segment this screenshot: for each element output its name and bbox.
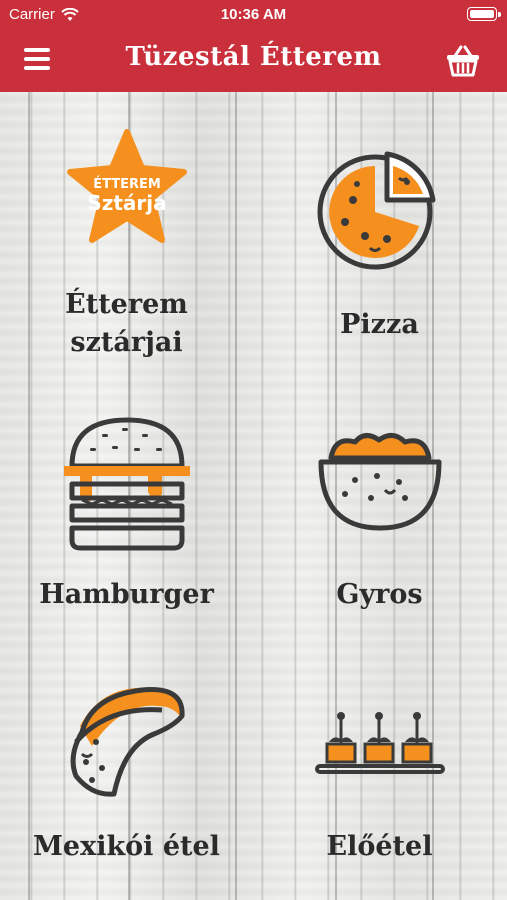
category-grid: ÉTTEREM Sztárja Étterem sztárjai Pizza H… (0, 92, 507, 900)
badge-text-1: ÉTTEREM (93, 176, 161, 192)
category-tile-gyros[interactable]: Gyros (253, 392, 506, 662)
basket-icon[interactable] (445, 42, 481, 78)
category-tile-hamburger[interactable]: Hamburger (0, 392, 253, 662)
category-tile-pizza[interactable]: Pizza (253, 122, 506, 392)
category-label: Pizza (340, 309, 419, 340)
status-bar: Carrier 10:36 AM (0, 0, 507, 30)
hamburger-icon (63, 417, 190, 551)
battery-nub (498, 12, 501, 17)
badge-text-2: Sztárja (87, 191, 166, 215)
category-label: Hamburger (39, 579, 214, 610)
battery-icon (467, 7, 497, 21)
category-tile-star[interactable]: ÉTTEREM Sztárja Étterem sztárjai (0, 122, 253, 392)
appetizer-skewers-icon (314, 712, 445, 774)
category-tile-appetizer[interactable]: Előétel (253, 662, 506, 900)
category-label: Gyros (336, 579, 423, 610)
category-label: Mexikói étel (33, 831, 220, 862)
navigation-bar: Tüzestál Étterem (0, 30, 507, 92)
page-title: Tüzestál Étterem (125, 42, 382, 72)
category-label-text: Étterem sztárjai (65, 289, 188, 358)
taco-icon (70, 687, 185, 797)
star-badge-icon: ÉTTEREM Sztárja (66, 129, 187, 243)
category-label: Előétel (326, 831, 433, 862)
pizza-icon (317, 151, 435, 270)
category-tile-mexican[interactable]: Mexikói étel (0, 662, 253, 900)
clock: 10:36 AM (220, 6, 287, 23)
category-label: Étterem sztárjai (0, 286, 253, 362)
gyros-bowl-icon (318, 433, 441, 531)
